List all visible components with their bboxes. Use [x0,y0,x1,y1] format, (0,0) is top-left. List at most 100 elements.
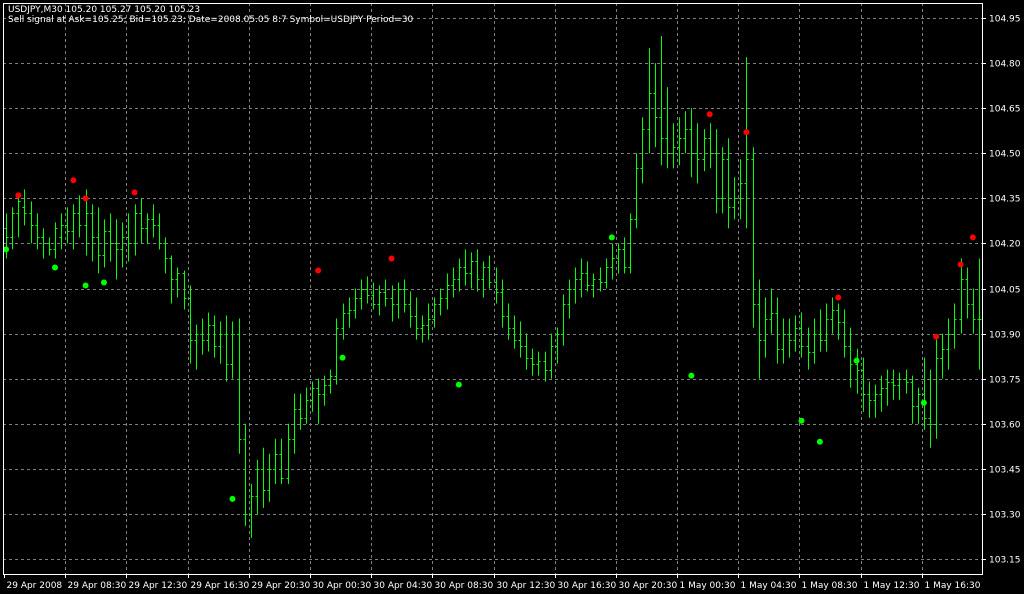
ohlc-bars [4,36,982,538]
ohlc-bar [114,219,119,280]
ohlc-bar [71,204,76,250]
sell-signal-dot [82,195,89,202]
sell-signal-dot [969,234,976,241]
y-tick-label: 104.35 [989,195,1021,205]
x-tick-label: 29 Apr 12:30 [129,581,188,591]
x-tick-label: 1 May 12:30 [864,581,920,591]
sell-signal-dot [835,294,842,301]
ohlc-bar [279,438,284,484]
price-axis[interactable]: 104.95 104.80 104.65 104.50 104.35 104.20 104.… [982,15,1021,566]
ohlc-bar [65,207,70,244]
ohlc-bar [328,369,333,394]
ohlc-bar [35,213,40,250]
ohlc-bar [438,288,443,316]
time-axis[interactable]: 29 Apr 2008 29 Apr 08:30 29 Apr 12:30 29 Ap… [4,574,981,591]
sell-signal-dot [315,267,322,274]
ohlc-bar [579,258,584,298]
ohlc-bar [928,369,933,448]
ohlc-bar [598,267,603,292]
ohlc-bar [169,255,174,304]
ohlc-bar [965,267,970,319]
ohlc-bar [322,375,327,406]
buy-signal-dot [920,399,927,406]
sell-signal-dot [388,255,395,262]
ohlc-bar [151,204,156,238]
y-tick-label: 103.30 [989,511,1021,521]
ohlc-bar [806,327,811,370]
ohlc-bar [200,318,205,355]
ohlc-bar [261,447,266,508]
ohlc-bar [157,213,162,250]
ohlc-bar [708,123,713,169]
ohlc-bar [952,303,957,349]
ohlc-bar [622,237,627,274]
x-tick-label: 1 May 00:30 [680,581,736,591]
x-tick-label: 29 Apr 16:30 [191,581,250,591]
ohlc-bar [842,309,847,358]
ohlc-bar [255,459,260,514]
ohlc-bar [445,273,450,310]
plot-frame [3,3,983,575]
ohlc-bar [726,138,731,229]
x-tick-label: 29 Apr 2008 [7,581,63,591]
ohlc-bar [47,237,52,256]
ohlc-bar [591,273,596,298]
ohlc-bar [163,237,168,274]
ohlc-bar [763,297,768,358]
ohlc-bar [934,339,939,439]
ohlc-bar [604,258,609,289]
buy-signal-dot [816,438,823,445]
ohlc-bar [720,147,725,214]
ohlc-bar [341,303,346,340]
ohlc-bar [610,243,615,280]
ohlc-bar [310,381,315,412]
ohlc-bar [53,222,58,259]
ohlc-bar [910,375,915,424]
ohlc-bar [536,351,541,376]
y-tick-label: 104.20 [989,240,1021,250]
x-tick-label: 29 Apr 08:30 [68,581,127,591]
ohlc-bar [867,381,872,418]
ohlc-bar [145,213,150,244]
ohlc-bar [29,201,34,244]
ohlc-bar [133,204,138,256]
ohlc-bar [481,261,486,298]
sell-signal-dot [131,189,138,196]
ohlc-bar [390,285,395,322]
x-tick-label: 1 May 16:30 [925,581,981,591]
ohlc-bar [812,318,817,364]
ohlc-bar [861,357,866,412]
ohlc-bar [469,252,474,289]
ohlc-bar [396,282,401,319]
ohlc-bar [377,285,382,316]
ohlc-bar [365,276,370,304]
ohlc-bar [732,177,737,220]
ohlc-bar [475,249,480,292]
ohlc-bar [457,258,462,292]
sell-signal-dot [957,261,964,268]
ohlc-bar [775,297,780,364]
buy-signal-dot [455,381,462,388]
ohlc-bar [524,333,529,370]
ohlc-bar [182,270,187,310]
ohlc-bar [218,321,223,364]
ohlc-bar [383,279,388,307]
ohlc-bar [500,279,505,328]
ohlc-bar [769,288,774,334]
chart-window[interactable]: 104.95 104.80 104.65 104.50 104.35 104.20 104.… [0,0,1024,594]
x-tick-label: 29 Apr 20:30 [252,581,311,591]
price-chart[interactable]: 104.95 104.80 104.65 104.50 104.35 104.20 104.… [0,0,1024,594]
y-tick-label: 103.75 [989,376,1021,386]
ohlc-bar [371,282,376,310]
signal-markers [3,111,976,502]
ohlc-bar [16,195,21,238]
ohlc-bar [751,147,756,328]
ohlc-bar [897,372,902,400]
ohlc-bar [512,315,517,349]
x-tick-label: 30 Apr 08:30 [435,581,494,591]
buy-signal-dot [853,357,860,364]
ohlc-bar [683,111,688,154]
ohlc-bar [689,108,694,178]
ohlc-bar [714,129,719,214]
ohlc-bar [420,315,425,343]
